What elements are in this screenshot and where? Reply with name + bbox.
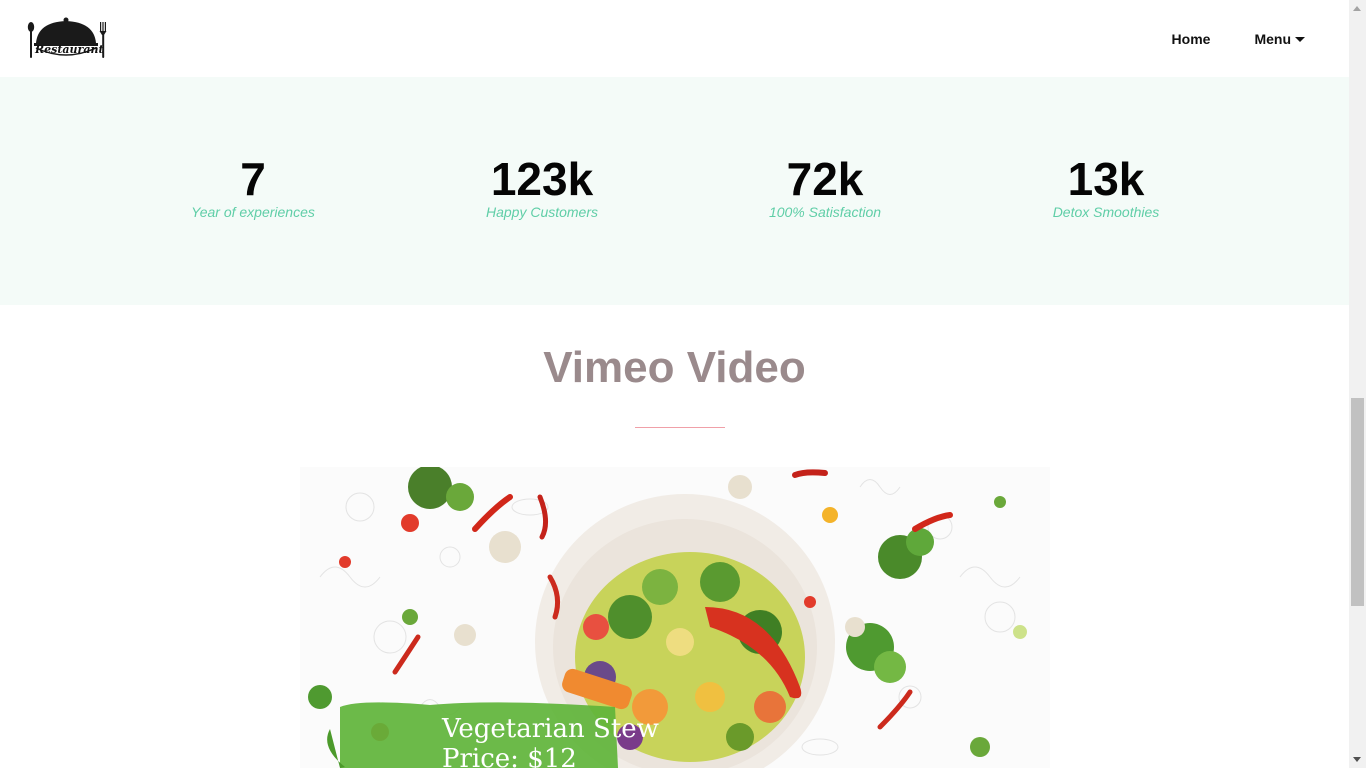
- page: Restaurant Home Menu 7 Year of experienc…: [0, 0, 1349, 768]
- scroll-down-arrow-icon[interactable]: [1353, 757, 1361, 762]
- stat-value: 13k: [1067, 153, 1145, 205]
- site-header: Restaurant Home Menu: [0, 0, 1349, 77]
- stat-label: Year of experiences: [191, 204, 315, 220]
- nav-menu-label: Menu: [1254, 30, 1291, 47]
- caret-down-icon: [1295, 36, 1305, 42]
- vimeo-video-player[interactable]: Vegetarian Stew Price: $12: [300, 467, 1050, 768]
- stat-smoothies: 13k Detox Smoothies: [986, 153, 1226, 220]
- stat-customers: 123k Happy Customers: [422, 153, 662, 220]
- title-divider: [635, 427, 725, 428]
- stat-value: 123k: [490, 153, 594, 205]
- main-nav: Home Menu: [1172, 0, 1305, 77]
- scroll-up-arrow-icon[interactable]: [1353, 6, 1361, 11]
- stat-label: 100% Satisfaction: [768, 204, 882, 220]
- stat-value: 7: [240, 153, 266, 205]
- section-title: Vimeo Video: [543, 343, 806, 392]
- stat-label: Detox Smoothies: [1052, 204, 1160, 220]
- stat-value: 72k: [786, 153, 864, 205]
- page-scrollbar[interactable]: [1349, 0, 1366, 768]
- stats-section: 7 Year of experiences 123k Happy Custome…: [0, 77, 1349, 305]
- video-caption-price: Price: $12: [442, 744, 577, 768]
- scrollbar-thumb[interactable]: [1351, 398, 1364, 606]
- video-thumbnail: Vegetarian Stew Price: $12: [300, 467, 1050, 768]
- logo-text: Restaurant: [35, 43, 104, 56]
- stat-satisfaction: 72k 100% Satisfaction: [705, 153, 945, 220]
- nav-menu-dropdown[interactable]: Menu: [1254, 31, 1305, 47]
- nav-home-link[interactable]: Home: [1172, 31, 1211, 47]
- stat-experience: 7 Year of experiences: [133, 153, 373, 220]
- stat-label: Happy Customers: [485, 204, 599, 220]
- restaurant-logo[interactable]: Restaurant: [26, 16, 108, 60]
- video-caption-title: Vegetarian Stew: [441, 714, 659, 744]
